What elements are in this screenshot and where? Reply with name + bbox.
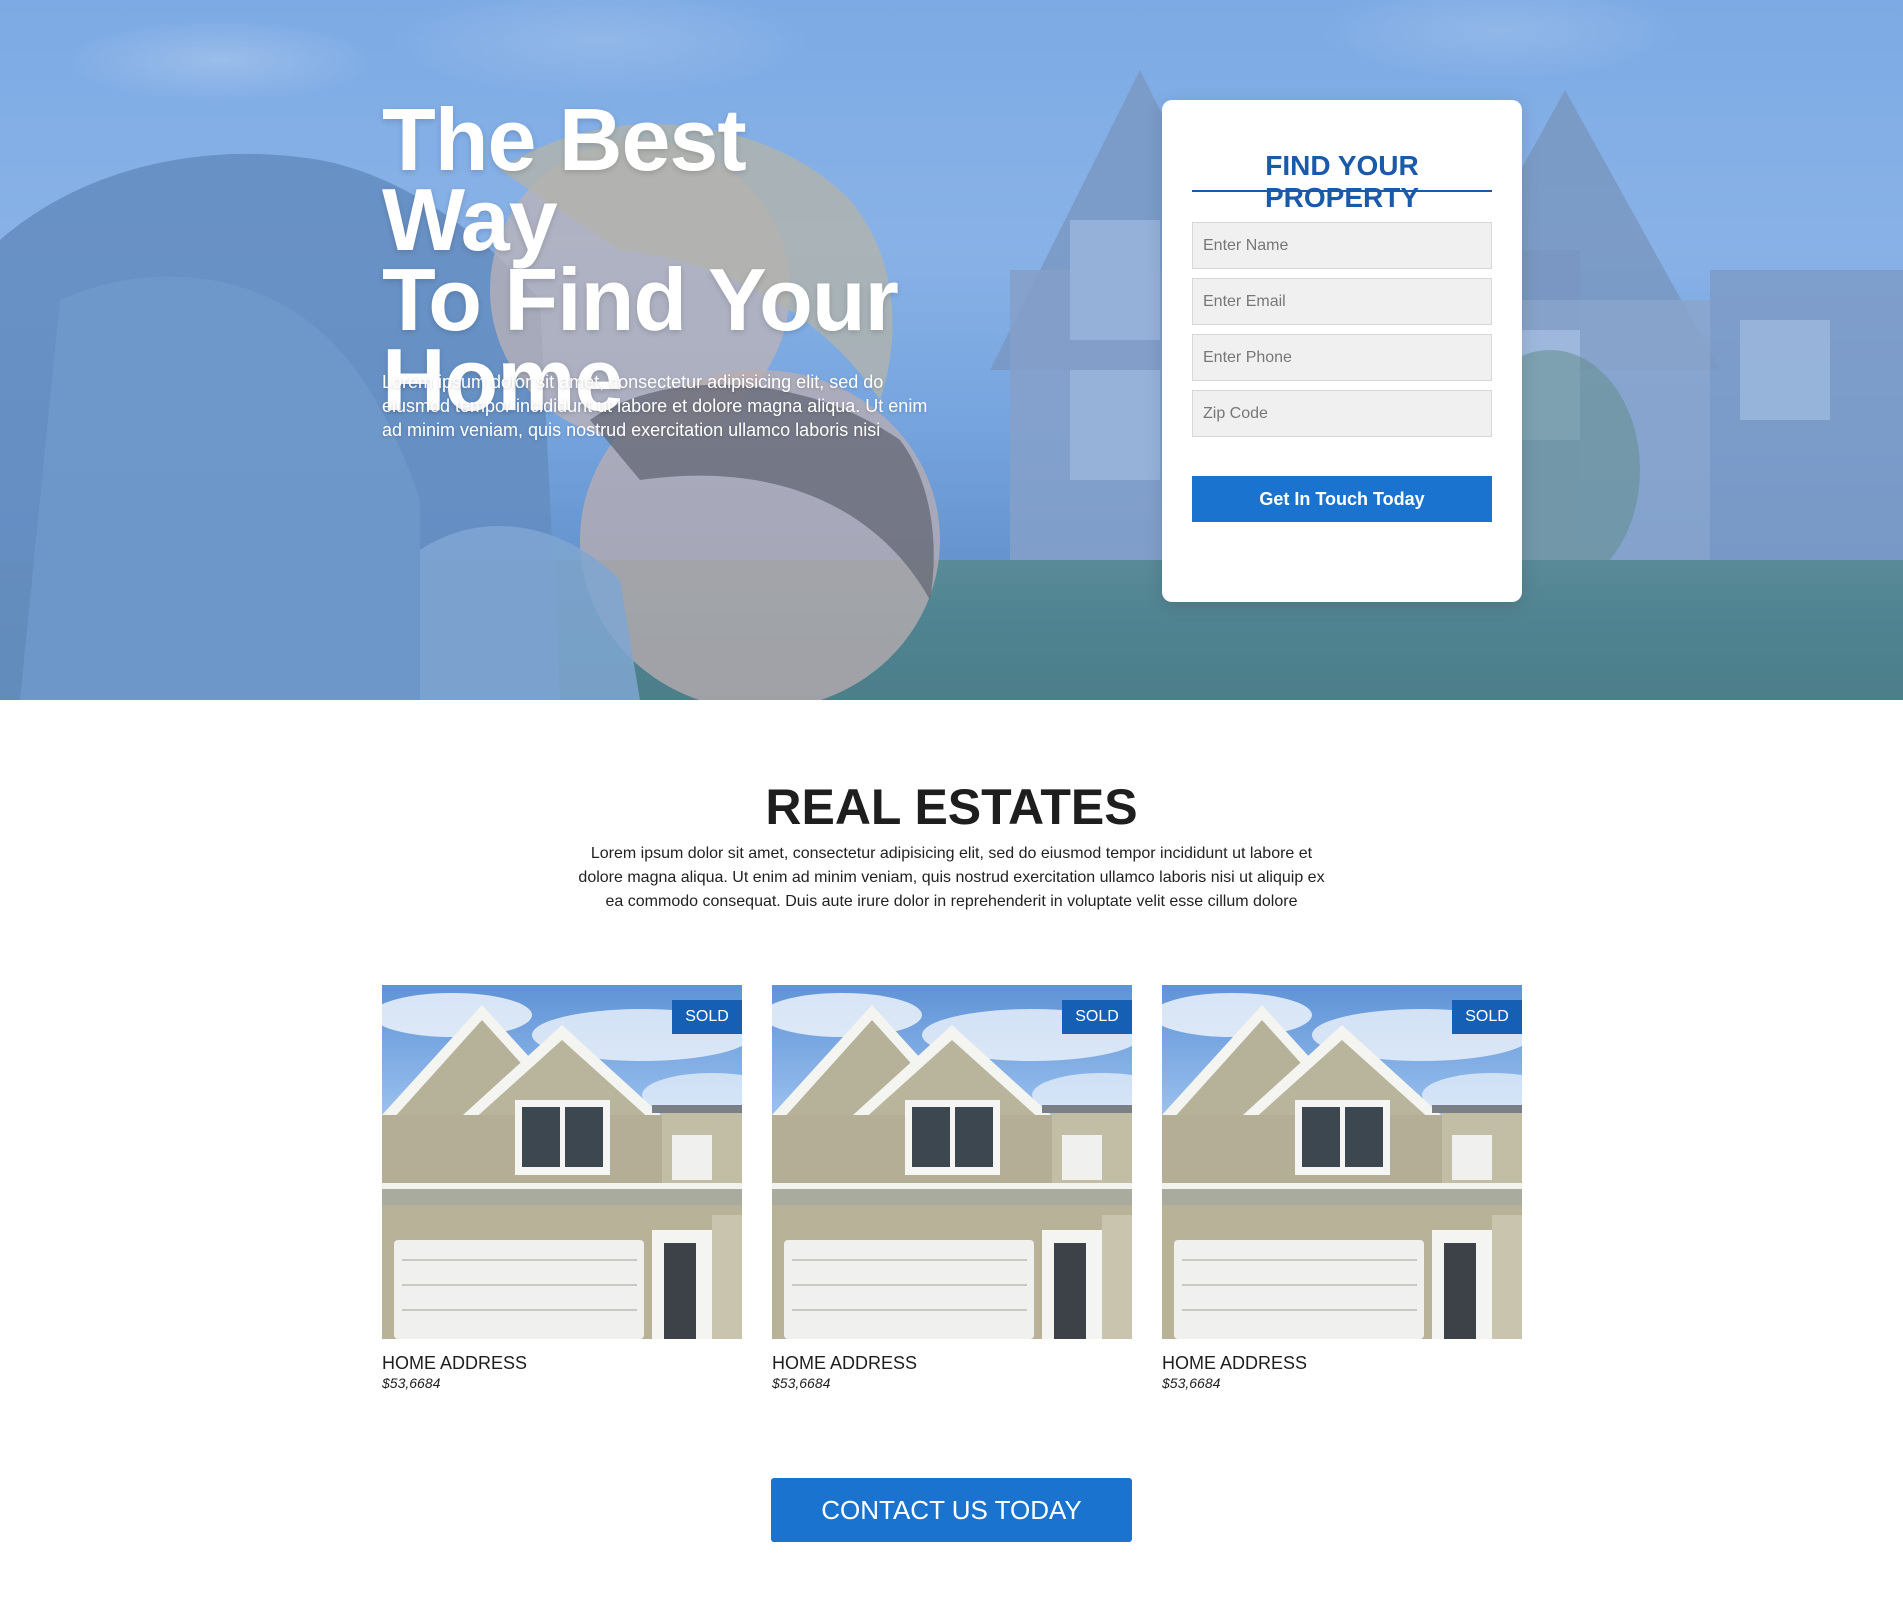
section-description: Lorem ipsum dolor sit amet, consectetur … <box>578 845 1325 910</box>
listing-address[interactable]: HOME ADDRESS <box>772 1353 1132 1374</box>
listing-price: $53,6684 <box>1162 1375 1221 1391</box>
sold-badge: SOLD <box>672 1000 742 1034</box>
email-input[interactable] <box>1192 278 1492 325</box>
hero-title-line-2: To Find Your <box>382 250 899 349</box>
listing-photo[interactable]: SOLD <box>772 985 1132 1339</box>
listing-photo[interactable]: SOLD <box>382 985 742 1339</box>
house-image <box>1162 993 1522 1339</box>
listing-card[interactable]: SOLD HOME ADDRESS $53,6684 <box>382 985 742 1391</box>
listing-price: $53,6684 <box>382 1375 441 1391</box>
get-in-touch-button[interactable]: Get In Touch Today <box>1192 476 1492 522</box>
listing-card[interactable]: SOLD HOME ADDRESS $53,6684 <box>1162 985 1522 1391</box>
hero-section: The Best Way To Find Your Home Lorem ips… <box>0 0 1903 700</box>
sold-badge: SOLD <box>1062 1000 1132 1034</box>
listing-card[interactable]: SOLD HOME ADDRESS $53,6684 <box>772 985 1132 1391</box>
house-image <box>772 993 1132 1339</box>
form-title-underline <box>1192 190 1492 192</box>
form-title: FIND YOUR PROPERTY <box>1264 150 1420 213</box>
hero-description: Lorem ipsum dolor sit amet, consectetur … <box>382 372 928 440</box>
property-form-card: FIND YOUR PROPERTY Get In Touch Today <box>1162 100 1522 602</box>
section-title: REAL ESTATES <box>765 779 1138 835</box>
hero-title-line-1: The Best Way <box>382 90 747 269</box>
listing-address[interactable]: HOME ADDRESS <box>382 1353 742 1374</box>
sold-badge: SOLD <box>1452 1000 1522 1034</box>
listing-price: $53,6684 <box>772 1375 831 1391</box>
phone-input[interactable] <box>1192 334 1492 381</box>
name-input[interactable] <box>1192 222 1492 269</box>
hero-overlay <box>0 0 1903 700</box>
contact-us-button[interactable]: CONTACT US TODAY <box>771 1478 1132 1542</box>
zip-code-input[interactable] <box>1192 390 1492 437</box>
house-image <box>382 993 742 1339</box>
listing-address[interactable]: HOME ADDRESS <box>1162 1353 1522 1374</box>
listing-photo[interactable]: SOLD <box>1162 985 1522 1339</box>
